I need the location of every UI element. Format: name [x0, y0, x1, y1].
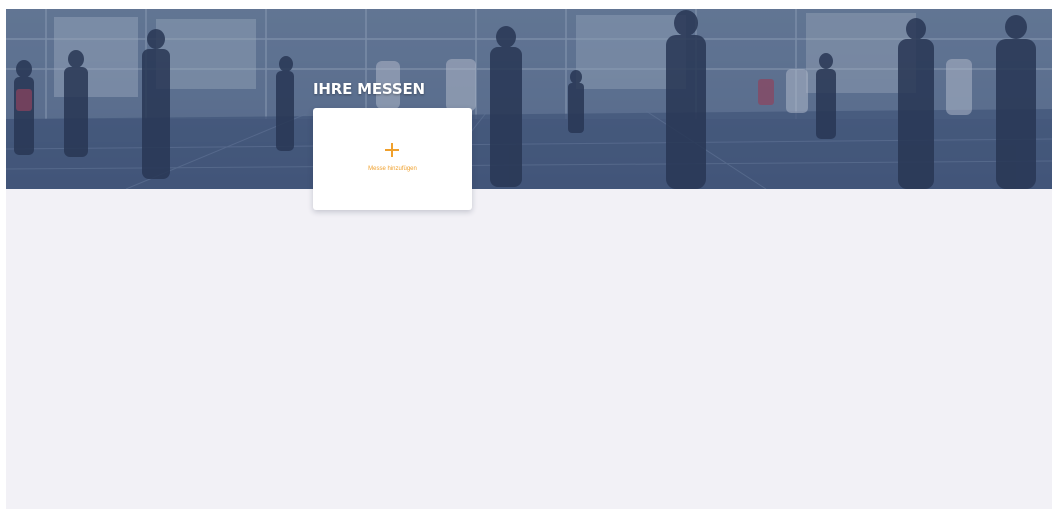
- hero-background-image: [6, 9, 1052, 189]
- page-title: IHRE MESSEN: [313, 80, 425, 98]
- add-fair-card[interactable]: Messe hinzufügen: [313, 108, 472, 210]
- add-fair-label: Messe hinzufügen: [368, 166, 417, 172]
- hero-banner: IHRE MESSEN: [6, 9, 1052, 189]
- plus-icon: [385, 143, 399, 157]
- page: IHRE MESSEN Messe hinzufügen: [6, 9, 1052, 509]
